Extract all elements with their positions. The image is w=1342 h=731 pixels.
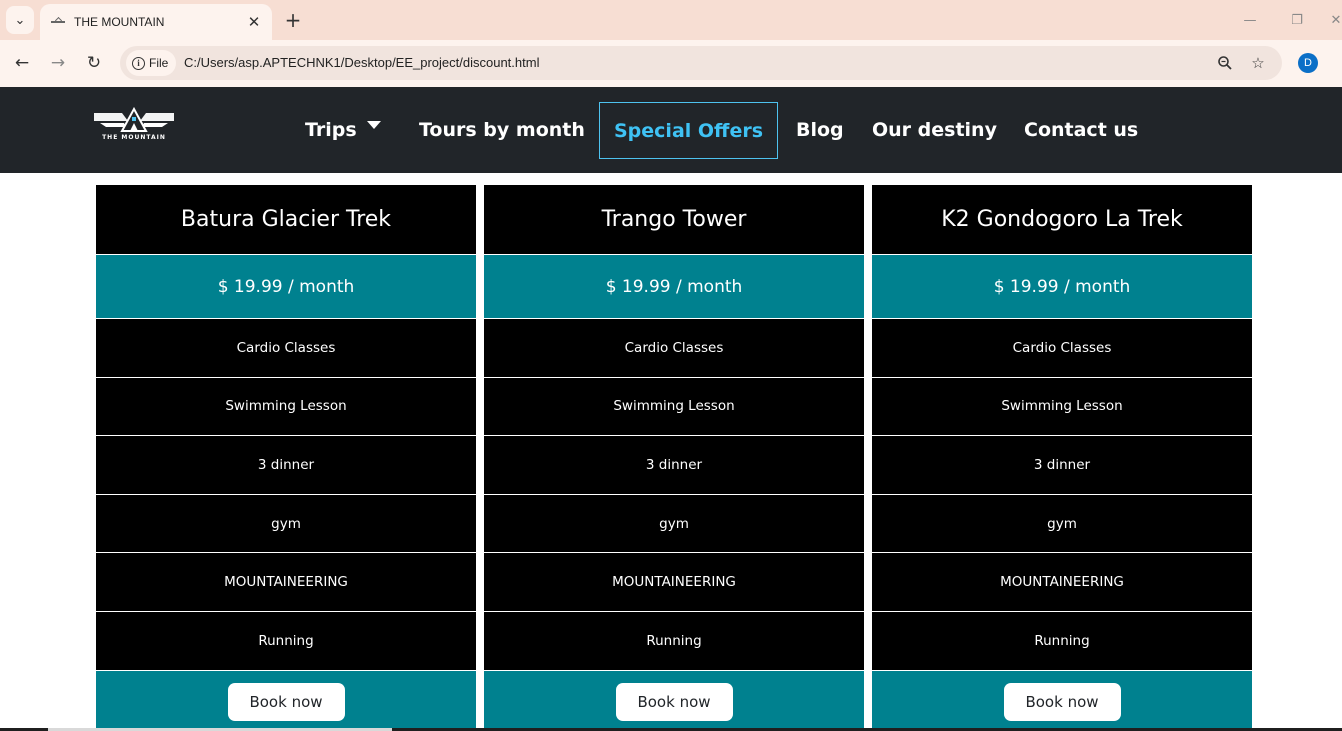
card-price: $ 19.99 / month <box>484 255 864 319</box>
card-price: $ 19.99 / month <box>96 255 476 319</box>
feature-item: Cardio Classes <box>484 319 864 378</box>
book-now-button[interactable]: Book now <box>227 682 345 721</box>
nav-item-tours-by-month[interactable]: Tours by month <box>419 87 585 173</box>
nav-item-label: Special Offers <box>614 119 764 142</box>
close-window-icon[interactable]: ✕ <box>1326 10 1342 30</box>
pricing-card: Batura Glacier Trek $ 19.99 / month Card… <box>96 185 476 731</box>
nav-item-label: Contact us <box>1024 119 1139 141</box>
feature-item: gym <box>484 495 864 554</box>
nav-item-special-offers[interactable]: Special Offers <box>599 102 779 159</box>
browser-toolbar: ← → ↻ i File C:/Users/asp.APTECHNK1/Desk… <box>0 40 1342 87</box>
nav-item-contact-us[interactable]: Contact us <box>1024 87 1138 173</box>
feature-item: gym <box>872 495 1252 554</box>
site-info-chip[interactable]: i File <box>126 50 177 76</box>
nav-item-label: Tours by month <box>419 119 585 141</box>
feature-item: 3 dinner <box>484 436 864 495</box>
feature-item: Swimming Lesson <box>96 378 476 437</box>
nav-item-label: Blog <box>796 119 844 141</box>
card-footer: Book now <box>484 670 864 731</box>
card-footer: Book now <box>872 670 1252 731</box>
feature-item: Cardio Classes <box>96 319 476 378</box>
feature-item: Running <box>96 612 476 671</box>
feature-item: Swimming Lesson <box>484 378 864 437</box>
pricing-card: K2 Gondogoro La Trek $ 19.99 / month Car… <box>872 185 1252 731</box>
pricing-card: Trango Tower $ 19.99 / month Cardio Clas… <box>484 185 864 731</box>
minimize-icon[interactable]: — <box>1240 10 1260 30</box>
star-icon[interactable]: ☆ <box>1249 54 1267 72</box>
browser-tab-bar: ⌄ THE MOUNTAIN ✕ + — ❐ ✕ <box>0 0 1342 40</box>
card-title: K2 Gondogoro La Trek <box>872 185 1252 255</box>
tab-title: THE MOUNTAIN <box>74 15 165 29</box>
arrow-left-icon[interactable]: ← <box>11 52 33 74</box>
caret-down-icon <box>366 121 381 129</box>
feature-item: MOUNTAINEERING <box>484 553 864 612</box>
nav-item-trips[interactable]: Trips <box>305 87 381 173</box>
zoom-icon[interactable] <box>1216 54 1234 72</box>
feature-item: gym <box>96 495 476 554</box>
feature-item: 3 dinner <box>872 436 1252 495</box>
card-footer: Book now <box>96 670 476 731</box>
favicon-icon <box>50 17 66 27</box>
url-text[interactable]: C:/Users/asp.APTECHNK1/Desktop/EE_projec… <box>184 55 539 70</box>
avatar[interactable]: D <box>1298 53 1318 73</box>
restore-icon[interactable]: ❐ <box>1287 10 1307 30</box>
card-title: Batura Glacier Trek <box>96 185 476 255</box>
nav-item-label: Our destiny <box>872 119 997 141</box>
site-logo[interactable]: THE MOUNTAIN <box>92 106 176 143</box>
feature-item: Running <box>484 612 864 671</box>
info-icon: i <box>132 56 145 70</box>
plus-icon[interactable]: + <box>282 9 304 31</box>
logo-text: THE MOUNTAIN <box>102 134 166 141</box>
feature-item: Running <box>872 612 1252 671</box>
feature-item: Swimming Lesson <box>872 378 1252 437</box>
address-bar[interactable]: i File C:/Users/asp.APTECHNK1/Desktop/EE… <box>120 46 1282 80</box>
book-now-button[interactable]: Book now <box>1003 682 1121 721</box>
feature-item: Cardio Classes <box>872 319 1252 378</box>
book-now-button[interactable]: Book now <box>615 682 733 721</box>
chip-label: File <box>149 56 169 70</box>
nav-item-label: Trips <box>305 119 357 141</box>
feature-item: MOUNTAINEERING <box>872 553 1252 612</box>
arrow-right-icon[interactable]: → <box>47 52 69 74</box>
feature-item: MOUNTAINEERING <box>96 553 476 612</box>
site-navbar: THE MOUNTAIN Trips Tours by month Specia… <box>0 87 1342 173</box>
close-icon[interactable]: ✕ <box>244 12 264 32</box>
feature-item: 3 dinner <box>96 436 476 495</box>
chevron-down-icon[interactable]: ⌄ <box>6 6 34 34</box>
nav-item-our-destiny[interactable]: Our destiny <box>872 87 997 173</box>
nav-item-blog[interactable]: Blog <box>796 87 844 173</box>
browser-tab[interactable]: THE MOUNTAIN ✕ <box>40 4 272 40</box>
card-title: Trango Tower <box>484 185 864 255</box>
reload-icon[interactable]: ↻ <box>83 52 105 74</box>
card-price: $ 19.99 / month <box>872 255 1252 319</box>
